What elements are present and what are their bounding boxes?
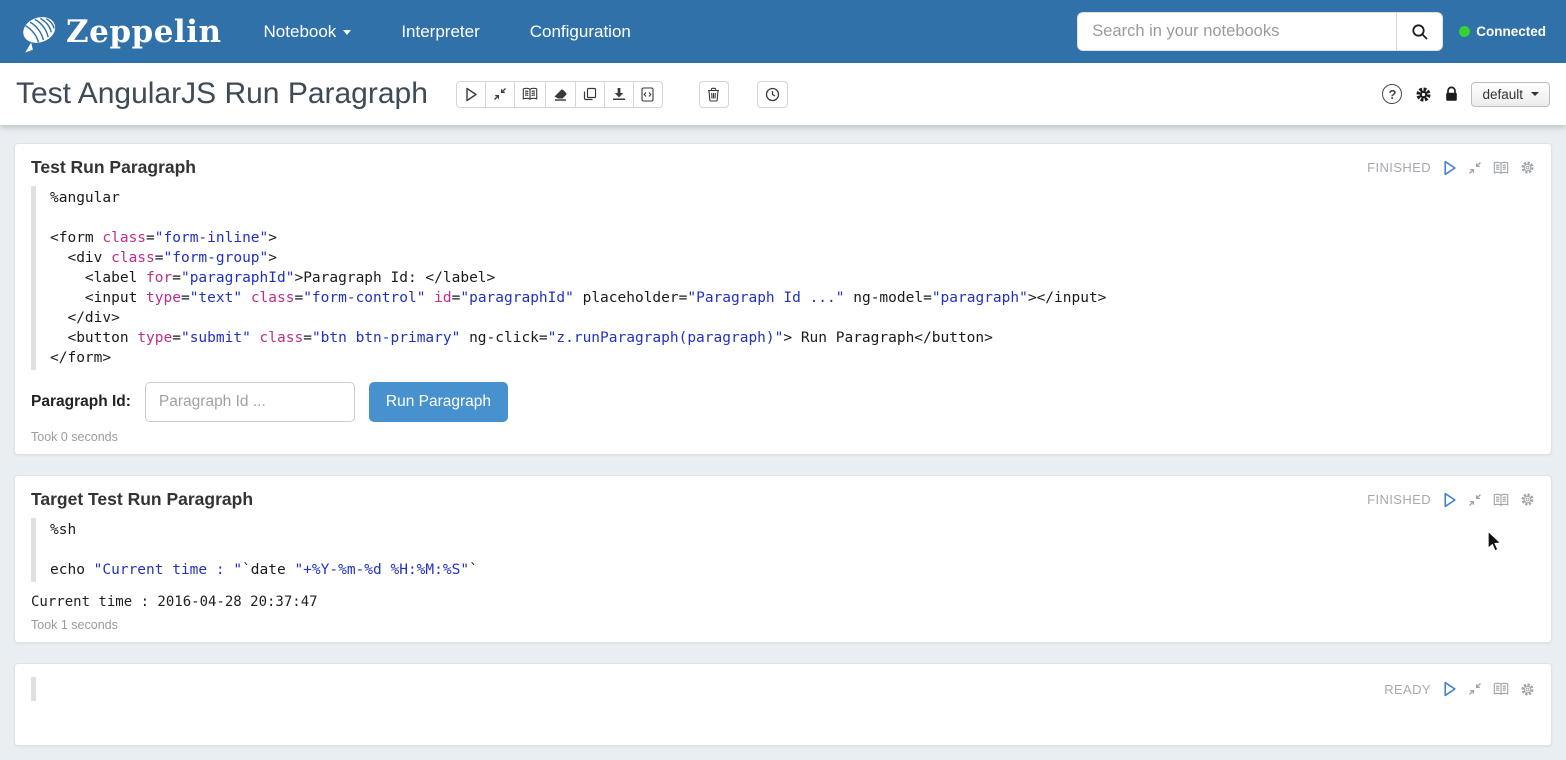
run-paragraph-icon[interactable] <box>1442 681 1457 697</box>
brand-title: Zeppelin <box>66 14 222 50</box>
search-icon <box>1411 23 1429 41</box>
paragraph-title[interactable]: Target Test Run Paragraph <box>31 489 253 510</box>
collapse-paragraph-icon[interactable] <box>1468 161 1482 175</box>
code-editor[interactable]: %sh echo "Current time : "`date "+%Y-%m-… <box>31 518 1535 582</box>
status-badge: FINISHED <box>1367 492 1431 507</box>
export-note-button[interactable] <box>604 81 634 108</box>
note-toolbar <box>456 81 663 108</box>
paragraph-2: Target Test Run Paragraph FINISHED %sh e… <box>14 475 1552 643</box>
nav-interpreter[interactable]: Interpreter <box>401 22 479 42</box>
collapse-expand-button[interactable] <box>485 81 515 108</box>
show-editor-icon[interactable] <box>1493 161 1509 175</box>
book-icon <box>522 87 538 101</box>
run-paragraph-icon[interactable] <box>1442 492 1457 508</box>
connection-status: Connected <box>1459 24 1546 39</box>
lock-icon[interactable] <box>1445 86 1458 102</box>
main-menu: Notebook Interpreter Configuration <box>264 22 631 42</box>
angular-result-form: Paragraph Id: Run Paragraph <box>31 382 1535 422</box>
took-label: Took 0 seconds <box>31 430 1535 444</box>
paragraph-3: READY <box>14 663 1552 746</box>
code-file-icon <box>641 87 654 102</box>
gear-icon[interactable] <box>1415 86 1432 103</box>
caret-down-icon <box>1531 92 1539 96</box>
run-paragraph-button[interactable]: Run Paragraph <box>369 382 508 422</box>
connection-label: Connected <box>1476 24 1546 39</box>
collapse-paragraph-icon[interactable] <box>1468 493 1482 507</box>
download-icon <box>612 87 626 101</box>
paragraph-controls: FINISHED <box>1367 492 1535 508</box>
status-badge: READY <box>1384 682 1431 697</box>
notebook-search <box>1077 12 1443 51</box>
scheduler-button[interactable] <box>757 81 788 108</box>
clock-icon <box>765 87 780 102</box>
connected-dot-icon <box>1459 26 1470 37</box>
paragraph-id-input[interactable] <box>145 382 355 422</box>
nav-notebook[interactable]: Notebook <box>264 22 352 42</box>
top-navbar: Zeppelin Notebook Interpreter Configurat… <box>0 0 1566 63</box>
clear-output-button[interactable] <box>545 81 576 108</box>
trash-icon <box>707 87 720 102</box>
shrink-icon <box>493 87 507 101</box>
caret-down-icon <box>343 30 351 35</box>
clone-note-button[interactable] <box>575 81 605 108</box>
paragraph-settings-icon[interactable] <box>1520 492 1535 507</box>
help-icon[interactable]: ? <box>1382 84 1402 104</box>
collapse-paragraph-icon[interactable] <box>1468 682 1482 696</box>
show-hide-code-button[interactable] <box>514 81 546 108</box>
show-editor-icon[interactable] <box>1493 493 1509 507</box>
search-input[interactable] <box>1078 13 1396 50</box>
paragraph-title[interactable]: Test Run Paragraph <box>31 157 196 178</box>
search-button[interactable] <box>1396 13 1442 50</box>
show-editor-icon[interactable] <box>1493 682 1509 696</box>
clone-icon <box>583 87 597 101</box>
version-control-button[interactable] <box>633 81 663 108</box>
note-title[interactable]: Test AngularJS Run Paragraph <box>16 77 428 111</box>
note-header-right: ? default <box>1382 82 1550 107</box>
zeppelin-blimp-icon <box>16 11 62 53</box>
took-label: Took 1 seconds <box>31 618 1535 632</box>
code-editor[interactable]: %angular <form class="form-inline"> <div… <box>31 186 1535 370</box>
zeppelin-logo[interactable]: Zeppelin <box>16 11 222 53</box>
status-badge: FINISHED <box>1367 160 1431 175</box>
paragraph-1: Test Run Paragraph FINISHED %angular <fo… <box>14 143 1552 455</box>
paragraph-controls: READY <box>1384 681 1535 697</box>
remove-note-button[interactable] <box>699 81 729 108</box>
run-paragraph-icon[interactable] <box>1442 160 1457 176</box>
play-icon <box>464 87 478 102</box>
note-header: Test AngularJS Run Paragraph <box>0 63 1566 125</box>
paragraph-id-label: Paragraph Id: <box>31 393 131 411</box>
interpreter-binding-dropdown[interactable]: default <box>1471 82 1550 107</box>
paragraph-controls: FINISHED <box>1367 160 1535 176</box>
run-all-paragraphs-button[interactable] <box>456 81 486 108</box>
code-editor[interactable] <box>31 677 1364 701</box>
eraser-icon <box>553 87 568 101</box>
paragraph-settings-icon[interactable] <box>1520 682 1535 697</box>
paragraph-output: Current time : 2016-04-28 20:37:47 <box>31 594 1535 610</box>
nav-configuration[interactable]: Configuration <box>530 22 631 42</box>
paragraph-settings-icon[interactable] <box>1520 160 1535 175</box>
note-content: Test Run Paragraph FINISHED %angular <fo… <box>0 125 1566 746</box>
